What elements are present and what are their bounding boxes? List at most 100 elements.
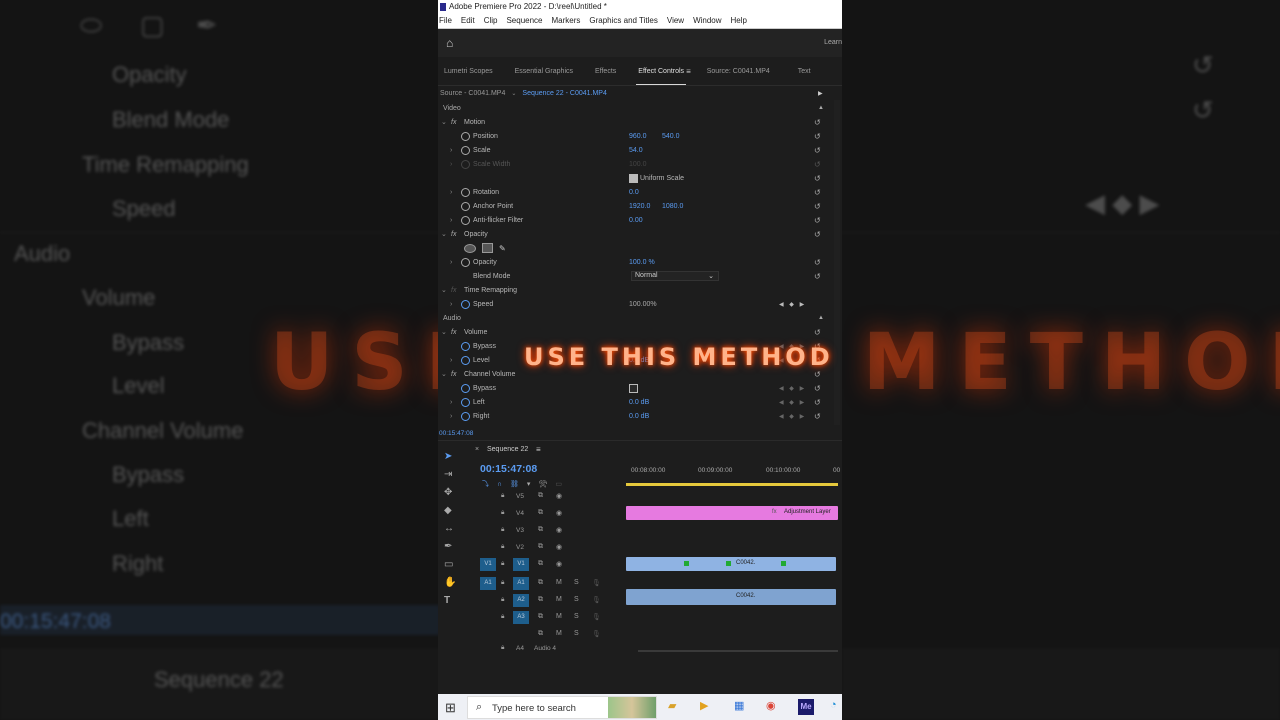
menu-file[interactable]: File (439, 16, 452, 25)
track-target-a2[interactable]: A2 (513, 594, 529, 607)
rectangle-tool-icon[interactable]: ▭ (444, 559, 453, 570)
stopwatch-icon[interactable] (461, 383, 470, 393)
menu-edit[interactable]: Edit (461, 16, 475, 25)
stopwatch-icon[interactable] (461, 411, 470, 421)
mute-button[interactable]: M (556, 613, 562, 620)
ec-scrollbar[interactable] (834, 100, 840, 425)
rectangle-mask-icon[interactable] (482, 243, 493, 253)
right-value[interactable]: 0.0 dB (629, 413, 649, 420)
microphone-icon[interactable]: 🎙︎ (592, 630, 601, 638)
blend-mode-select[interactable]: Normal ⌄ (631, 271, 719, 281)
timeline-timecode[interactable]: 00:15:47:08 (480, 463, 537, 475)
edge-icon[interactable]: ◔ (830, 699, 837, 711)
lock-icon[interactable]: 🔒︎ (501, 596, 504, 604)
work-area-bar[interactable] (626, 483, 838, 486)
taskbar-search[interactable]: ⌕ Type here to search (467, 696, 657, 719)
lock-icon[interactable]: 🔒︎ (501, 509, 504, 517)
stopwatch-icon[interactable] (461, 215, 470, 225)
solo-button[interactable]: S (574, 596, 579, 603)
opacity-effect-row[interactable]: ⌄ fx Opacity ↺ (438, 227, 828, 241)
expand-rotation-icon[interactable]: › (450, 189, 452, 196)
tab-source[interactable]: Source: C0041.MP4 (701, 68, 776, 75)
time-remapping-row[interactable]: ⌄ fx Time Remapping (438, 283, 828, 297)
reset-motion-icon[interactable]: ↺ (814, 118, 821, 127)
reset-blend-icon[interactable]: ↺ (814, 272, 821, 281)
source-patch-a1[interactable]: A1 (480, 577, 496, 590)
uniform-scale-checkbox[interactable] (629, 173, 638, 183)
menu-graphics[interactable]: Graphics and Titles (589, 16, 657, 25)
expand-left-icon[interactable]: › (450, 399, 452, 406)
slip-tool-icon[interactable]: ↔ (444, 523, 454, 534)
media-player-icon[interactable]: ▶ (700, 699, 708, 712)
nest-icon[interactable]: ⤵ (482, 481, 497, 488)
expand-volume-icon[interactable]: ⌄ (441, 328, 447, 336)
selection-tool-icon[interactable]: ➤ (444, 451, 452, 462)
reset-volume-icon[interactable]: ↺ (814, 328, 821, 337)
pen-tool-icon[interactable]: ✒ (444, 541, 452, 552)
track-target-v1[interactable]: V1 (513, 558, 529, 571)
stopwatch-icon[interactable] (461, 257, 470, 267)
fx-icon[interactable]: fx (451, 231, 456, 238)
microphone-icon[interactable]: 🎙︎ (592, 579, 601, 587)
ellipse-mask-icon[interactable] (464, 243, 476, 253)
reset-left-icon[interactable]: ↺ (814, 398, 821, 407)
fx-icon[interactable]: fx (451, 329, 456, 336)
chrome-icon[interactable]: ◉ (766, 699, 776, 712)
eye-icon[interactable]: ◉ (556, 560, 562, 568)
snap-icon[interactable]: ∩ (497, 481, 510, 488)
left-value[interactable]: 0.0 dB (629, 399, 649, 406)
eye-icon[interactable]: ◉ (556, 509, 562, 517)
track-target-a3[interactable]: A3 (513, 611, 529, 624)
opacity-value[interactable]: 100.0 % (629, 259, 655, 266)
stopwatch-icon[interactable] (461, 187, 470, 197)
track-select-tool-icon[interactable]: ⇥ (444, 469, 452, 480)
keyframe-nav-icon[interactable]: ◀ ◆ ▶ (779, 385, 806, 392)
expand-timeline-icon[interactable]: ▶ (818, 90, 823, 97)
volume-effect-row[interactable]: ⌄ fx Volume ↺ (438, 325, 828, 339)
adjustment-layer-clip[interactable]: fx Adjustment Layer (626, 506, 838, 520)
reset-opacity-effect-icon[interactable]: ↺ (814, 230, 821, 239)
reset-rotation-icon[interactable]: ↺ (814, 188, 821, 197)
mute-button[interactable]: M (556, 596, 562, 603)
lock-icon[interactable]: 🔒︎ (501, 492, 504, 500)
menu-view[interactable]: View (667, 16, 684, 25)
media-encoder-icon[interactable]: Me (798, 699, 814, 715)
scale-value[interactable]: 54.0 (629, 147, 643, 154)
reset-anti-flicker-icon[interactable]: ↺ (814, 216, 821, 225)
expand-speed-icon[interactable]: › (450, 301, 452, 308)
sync-lock-icon[interactable]: ⧉ (538, 543, 543, 551)
microphone-icon[interactable]: 🎙︎ (592, 613, 601, 621)
reset-anchor-icon[interactable]: ↺ (814, 202, 821, 211)
speed-value[interactable]: 100.00% (629, 301, 657, 308)
stopwatch-icon[interactable] (461, 131, 470, 141)
timeline-scrollbar[interactable] (638, 650, 838, 652)
sync-lock-icon[interactable]: ⧉ (538, 596, 543, 604)
video-clip[interactable]: C0042. (626, 557, 836, 571)
reset-opacity-icon[interactable]: ↺ (814, 258, 821, 267)
pen-mask-icon[interactable]: ✎ (499, 244, 506, 253)
keyframe-nav-icon[interactable]: ◀ ◆ ▶ (779, 399, 806, 406)
lock-icon[interactable]: 🔒︎ (501, 560, 504, 568)
stopwatch-icon[interactable] (461, 201, 470, 211)
bypass-checkbox[interactable] (629, 383, 638, 393)
hand-tool-icon[interactable]: ✋ (444, 577, 456, 588)
sync-lock-icon[interactable]: ⧉ (538, 579, 543, 587)
stopwatch-icon[interactable] (461, 299, 470, 309)
close-sequence-icon[interactable]: × (475, 446, 479, 453)
mute-button[interactable]: M (556, 579, 562, 586)
source-patch-v1[interactable]: V1 (480, 558, 496, 571)
reset-scale-icon[interactable]: ↺ (814, 146, 821, 155)
rotation-value[interactable]: 0.0 (629, 189, 639, 196)
expand-motion-icon[interactable]: ⌄ (441, 118, 447, 126)
captions-icon[interactable]: ▭ (555, 481, 570, 488)
solo-button[interactable]: S (574, 579, 579, 586)
position-y-value[interactable]: 540.0 (662, 133, 680, 140)
sync-lock-icon[interactable]: ⧉ (538, 526, 543, 534)
expand-opacity-icon[interactable]: ⌄ (441, 230, 447, 238)
anchor-y-value[interactable]: 1080.0 (662, 203, 683, 210)
anti-flicker-value[interactable]: 0.00 (629, 217, 643, 224)
anchor-x-value[interactable]: 1920.0 (629, 203, 650, 210)
sync-lock-icon[interactable]: ⧉ (538, 509, 543, 517)
collapse-up-icon[interactable]: ▲ (818, 315, 824, 321)
motion-effect-row[interactable]: ⌄ fx Motion ↺ (438, 115, 828, 129)
